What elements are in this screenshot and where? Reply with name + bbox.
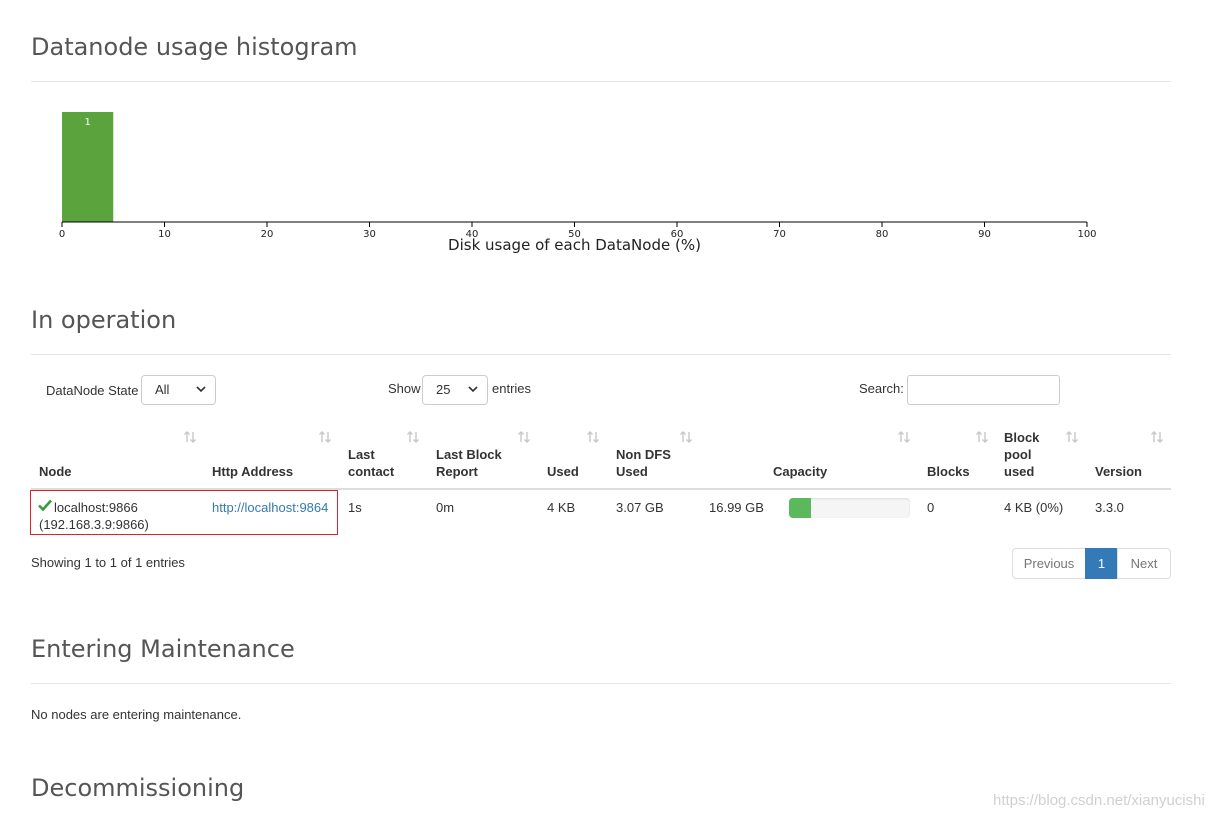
node-name: localhost:9866	[54, 500, 138, 515]
sort-icon[interactable]	[406, 430, 420, 444]
entries-label: entries	[492, 381, 532, 396]
search-input[interactable]	[907, 375, 1060, 405]
sort-icon[interactable]	[318, 430, 332, 444]
column-header-block-pool-used[interactable]: Block pool used	[1004, 429, 1039, 480]
column-header-version[interactable]: Version	[1095, 463, 1142, 480]
histogram-tick-label: 80	[876, 229, 889, 240]
histogram-tick-label: 70	[773, 229, 786, 240]
capacity-progress-bar	[789, 498, 910, 518]
column-header-capacity[interactable]: Capacity	[773, 463, 827, 480]
histogram-tick-label: 90	[978, 229, 991, 240]
histogram-tick-label: 10	[158, 229, 171, 240]
datanode-state-label: DataNode State	[46, 383, 139, 398]
sort-icon[interactable]	[1065, 430, 1079, 444]
datanode-state-value: All	[155, 382, 170, 397]
last-contact-value: 1s	[348, 500, 362, 515]
sort-icon[interactable]	[975, 430, 989, 444]
entering-maintenance-title: Entering Maintenance	[31, 635, 295, 663]
histogram-tick-label: 100	[1077, 229, 1096, 240]
chevron-down-icon	[196, 386, 206, 393]
histogram-title: Datanode usage histogram	[31, 33, 358, 61]
sort-icon[interactable]	[586, 430, 600, 444]
in-operation-title: In operation	[31, 306, 177, 334]
node-ip: (192.168.3.9:9866)	[39, 517, 149, 532]
showing-entries-info: Showing 1 to 1 of 1 entries	[31, 555, 185, 570]
entries-per-page-select[interactable]: 25	[422, 375, 488, 405]
non-dfs-used-value: 3.07 GB	[616, 500, 664, 515]
histogram-tick-label: 30	[363, 229, 376, 240]
used-value: 4 KB	[547, 500, 576, 515]
column-header-node[interactable]: Node	[39, 463, 72, 480]
version-value: 3.3.0	[1095, 500, 1124, 515]
sort-icon[interactable]	[679, 430, 693, 444]
search-label: Search:	[859, 381, 904, 396]
blocks-value: 0	[927, 500, 935, 515]
next-page-button[interactable]: Next	[1117, 548, 1171, 579]
histogram-bar-label: 1	[84, 117, 90, 128]
column-header-non-dfs-used[interactable]: Non DFS Used	[616, 446, 671, 480]
chevron-down-icon	[468, 386, 478, 393]
capacity-value: 16.99 GB	[709, 500, 764, 515]
histogram-bar	[62, 112, 114, 222]
show-label: Show	[388, 381, 421, 396]
histogram-x-label: Disk usage of each DataNode (%)	[448, 236, 701, 254]
sort-icon[interactable]	[183, 430, 197, 444]
watermark: https://blog.csdn.net/xianyucishi	[993, 792, 1205, 809]
previous-page-button[interactable]: Previous	[1012, 548, 1086, 579]
decommissioning-title: Decommissioning	[31, 774, 245, 802]
page-1-button[interactable]: 1	[1085, 548, 1118, 579]
check-icon	[38, 499, 52, 511]
column-header-blocks[interactable]: Blocks	[927, 463, 970, 480]
entries-per-page-value: 25	[436, 382, 451, 397]
sort-icon[interactable]	[1150, 430, 1164, 444]
column-header-used[interactable]: Used	[547, 463, 579, 480]
http-address-link[interactable]: http://localhost:9864	[212, 499, 328, 516]
capacity-progress-fill	[789, 498, 811, 518]
section-divider	[31, 683, 1171, 684]
column-header-last-block-report[interactable]: Last Block Report	[436, 446, 502, 480]
column-header-http-address[interactable]: Http Address	[212, 463, 293, 480]
datanode-state-select[interactable]: All	[141, 375, 216, 405]
section-divider	[31, 81, 1171, 82]
section-divider	[31, 354, 1171, 355]
sort-icon[interactable]	[897, 430, 911, 444]
histogram-tick-label: 20	[261, 229, 274, 240]
histogram-tick-label: 0	[59, 229, 65, 240]
column-header-last-contact[interactable]: Last contact	[348, 446, 394, 480]
sort-icon[interactable]	[517, 430, 531, 444]
maintenance-empty-text: No nodes are entering maintenance.	[31, 707, 242, 722]
last-block-report-value: 0m	[436, 500, 455, 515]
block-pool-used-value: 4 KB (0%)	[1004, 500, 1064, 515]
usage-histogram: 10 10 20 30 40 50 60 70 80 90 100Disk usage of eac…	[59, 112, 1097, 254]
